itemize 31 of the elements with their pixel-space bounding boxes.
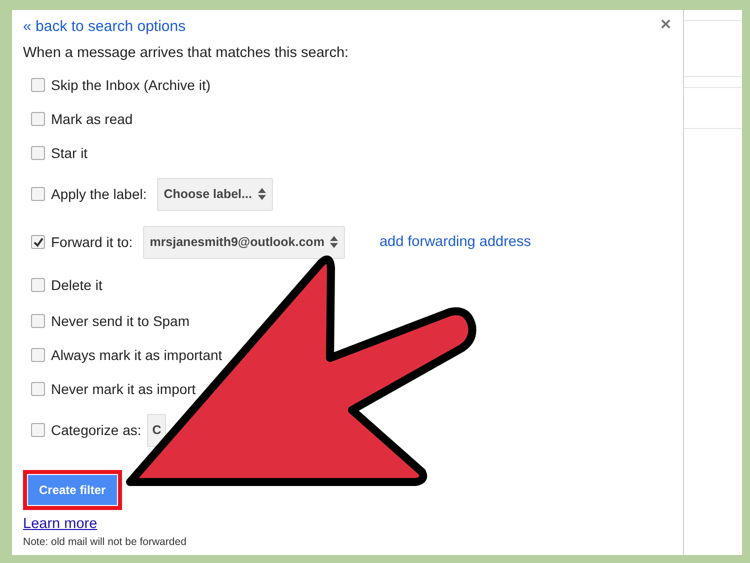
close-button[interactable]: × — [660, 14, 671, 35]
updown-icon — [330, 236, 338, 248]
checkbox[interactable] — [31, 314, 45, 328]
checkbox[interactable] — [31, 382, 45, 396]
dropdown[interactable]: Choose label... — [156, 178, 273, 210]
back-link[interactable]: « back to search options — [23, 18, 186, 35]
option-label: Forward it to: — [51, 234, 133, 250]
option-label: Always mark it as important — [51, 347, 222, 363]
option-label: Skip the Inbox (Archive it) — [51, 77, 211, 93]
option-label: Categorize as: — [51, 422, 142, 438]
updown-icon — [258, 188, 266, 200]
option-label: Mark as read — [51, 111, 133, 127]
dropdown[interactable]: C — [147, 414, 166, 446]
option-label: Never send it to Spam — [51, 313, 190, 329]
option-label: Apply the label: — [51, 186, 147, 202]
learn-more-link[interactable]: Learn more — [23, 516, 98, 532]
add-forwarding-link[interactable]: add forwarding address — [379, 234, 531, 250]
option-label: Star it — [51, 145, 88, 161]
checkbox[interactable] — [31, 78, 45, 92]
intro-text: When a message arrives that matches this search: — [23, 45, 350, 61]
option-label: Delete it — [51, 277, 102, 293]
checkbox[interactable] — [31, 187, 45, 201]
option-label: Never mark it as import — [51, 381, 196, 397]
checkbox[interactable] — [31, 348, 45, 362]
checkbox[interactable] — [31, 423, 45, 437]
checkbox[interactable] — [31, 146, 45, 160]
note-text: Note: old mail will not be forwarded — [23, 536, 188, 548]
checkbox[interactable] — [31, 278, 45, 292]
checkbox[interactable] — [31, 235, 45, 249]
dropdown[interactable]: mrsjanesmith9@outlook.com — [142, 226, 346, 258]
checkbox[interactable] — [31, 112, 45, 126]
